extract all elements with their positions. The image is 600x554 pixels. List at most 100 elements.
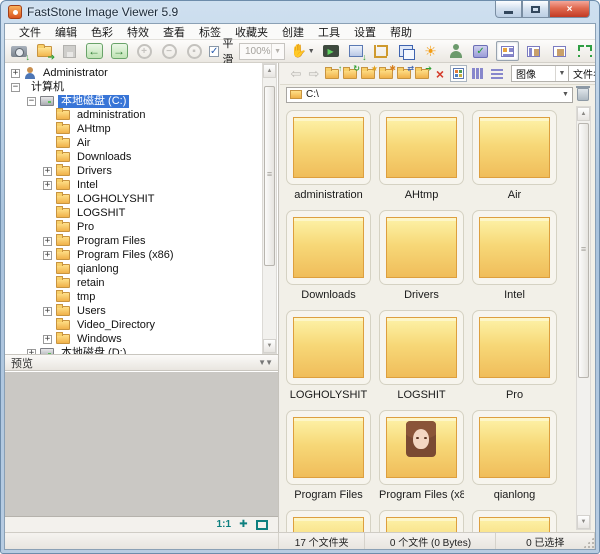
tree-item-program-files[interactable]: + Program Files <box>5 234 262 248</box>
tree-item-label[interactable]: LOGSHIT <box>74 207 128 220</box>
fullscreen-button[interactable] <box>574 41 595 61</box>
back-button[interactable]: ← <box>84 42 104 60</box>
thumbnail-view-button[interactable] <box>450 65 467 82</box>
tree-item-label[interactable]: Intel <box>74 179 101 192</box>
menu-特效[interactable]: 特效 <box>121 24 155 41</box>
tree-item-label[interactable]: Windows <box>74 333 125 346</box>
expand-icon[interactable]: + <box>11 68 20 78</box>
tree-item-users[interactable]: + Users <box>5 304 262 318</box>
menu-帮助[interactable]: 帮助 <box>384 24 418 41</box>
expand-icon[interactable]: + <box>43 334 52 344</box>
zoom-level-combo[interactable]: 100% ▼ <box>239 42 285 60</box>
new-folder-button[interactable]: ✱ <box>378 65 396 82</box>
tree-item-windows[interactable]: + Windows <box>5 332 262 346</box>
tree-item-label[interactable]: 本地磁盘 (C:) <box>58 94 130 108</box>
tree-item-ahtmp[interactable]: AHtmp <box>5 122 262 136</box>
expand-icon[interactable]: + <box>43 166 52 176</box>
tree-item-本地磁盘-d[interactable]: + 本地磁盘 (D:) <box>5 346 262 354</box>
filter-combo-arrow-icon[interactable]: ▼ <box>555 66 568 81</box>
tree-item-label[interactable]: Administrator <box>40 67 111 80</box>
zoom-in-button[interactable]: + <box>134 42 154 60</box>
folder-thumb-pro[interactable] <box>472 310 557 385</box>
folder-thumb-administration[interactable] <box>286 110 371 185</box>
copy-to-folder-button[interactable]: ⇄ <box>396 65 414 82</box>
tree-item-drivers[interactable]: + Drivers <box>5 164 262 178</box>
recycle-icon[interactable] <box>576 86 590 101</box>
compare-button[interactable] <box>396 42 416 60</box>
smooth-checkbox[interactable]: ✓ <box>209 45 220 57</box>
minimize-button[interactable] <box>495 1 522 18</box>
tree-item-retain[interactable]: retain <box>5 276 262 290</box>
tree-item-logshit[interactable]: LOGSHIT <box>5 206 262 220</box>
details-view-button[interactable] <box>469 65 486 82</box>
menu-色彩[interactable]: 色彩 <box>85 24 119 41</box>
folder-thumb-program-files[interactable] <box>286 410 371 485</box>
menu-工具[interactable]: 工具 <box>312 24 346 41</box>
crop-button[interactable] <box>371 42 391 60</box>
tree-item-administrator[interactable]: + Administrator <box>5 66 262 80</box>
folder-thumb-partial[interactable] <box>286 510 371 532</box>
tree-item-label[interactable]: AHtmp <box>74 123 114 136</box>
close-button[interactable]: × <box>549 1 590 18</box>
tree-item-label[interactable]: Users <box>74 305 109 318</box>
tree-item-label[interactable]: administration <box>74 109 148 122</box>
tree-item-label[interactable]: tmp <box>74 291 98 304</box>
collapse-icon[interactable]: − <box>11 82 20 92</box>
expand-icon[interactable]: + <box>43 180 52 190</box>
tree-item-label[interactable]: 计算机 <box>28 81 67 94</box>
tree-item-label[interactable]: Pro <box>74 221 97 234</box>
tree-item-label[interactable]: Downloads <box>74 151 134 164</box>
browser-view-button[interactable] <box>495 41 519 61</box>
path-combo[interactable]: C:\ ▼ <box>286 86 573 103</box>
sort-by-filename-button[interactable]: 文件名 <box>568 65 595 82</box>
tree-item-计算机[interactable]: − 计算机 <box>5 80 262 94</box>
expand-icon[interactable]: + <box>43 306 52 316</box>
tree-item-logholyshit[interactable]: LOGHOLYSHIT <box>5 192 262 206</box>
tree-scroll-down-icon[interactable]: ▼ <box>263 339 276 353</box>
adjust-colors-button[interactable]: ☀ <box>421 42 441 60</box>
expand-icon[interactable]: + <box>43 250 52 260</box>
batch-convert-button[interactable]: ↓ <box>346 42 367 62</box>
tree-item-air[interactable]: Air <box>5 136 262 150</box>
history-back-button[interactable]: ⇦ <box>288 65 304 82</box>
collapse-icon[interactable]: − <box>27 96 36 106</box>
maximize-button[interactable] <box>522 1 549 18</box>
tree-item-label[interactable]: Drivers <box>74 165 115 178</box>
tree-item-downloads[interactable]: Downloads <box>5 150 262 164</box>
zoom-out-button[interactable]: − <box>159 42 179 60</box>
grid-scroll-up-icon[interactable]: ▲ <box>577 107 590 121</box>
list-view-button[interactable] <box>488 65 505 82</box>
image-only-view-button[interactable] <box>548 41 571 61</box>
screen-capture-button[interactable]: ✓ <box>471 42 491 60</box>
grid-scroll-down-icon[interactable]: ▼ <box>577 515 590 529</box>
fit-icon[interactable] <box>256 519 268 530</box>
folder-thumb-partial[interactable] <box>379 510 464 532</box>
tree-item-label[interactable]: Video_Directory <box>74 319 158 332</box>
tree-item-intel[interactable]: + Intel <box>5 178 262 192</box>
tree-item-label[interactable]: Air <box>74 137 93 150</box>
folder-thumb-drivers[interactable] <box>379 210 464 285</box>
tree-item-program-files-x86[interactable]: + Program Files (x86) <box>5 248 262 262</box>
tree-item-label[interactable]: retain <box>74 277 108 290</box>
tree-scroll-thumb[interactable] <box>264 86 275 266</box>
save-button[interactable] <box>59 42 79 60</box>
tree-item-qianlong[interactable]: qianlong <box>5 262 262 276</box>
menu-设置[interactable]: 设置 <box>348 24 382 41</box>
menu-创建[interactable]: 创建 <box>276 24 310 41</box>
tree-item-label[interactable]: qianlong <box>74 263 122 276</box>
tree-item-administration[interactable]: administration <box>5 108 262 122</box>
expand-icon[interactable]: + <box>43 236 52 246</box>
red-eye-button[interactable] <box>446 42 466 60</box>
tree-scroll-up-icon[interactable]: ▲ <box>263 64 276 78</box>
tree-item-tmp[interactable]: tmp <box>5 290 262 304</box>
tree-item-label[interactable]: Program Files (x86) <box>74 249 177 262</box>
menu-文件[interactable]: 文件 <box>13 24 47 41</box>
folder-thumb-intel[interactable] <box>472 210 557 285</box>
tree-item-pro[interactable]: Pro <box>5 220 262 234</box>
move-to-folder-button[interactable]: ➔ <box>414 65 432 82</box>
folder-thumb-qianlong[interactable] <box>472 410 557 485</box>
menu-收藏夹[interactable]: 收藏夹 <box>229 24 274 41</box>
refresh-folder-button[interactable]: ↻ <box>342 65 360 82</box>
grid-scrollbar[interactable]: ▲ ▼ <box>576 106 591 530</box>
pan-icon[interactable] <box>238 519 249 530</box>
